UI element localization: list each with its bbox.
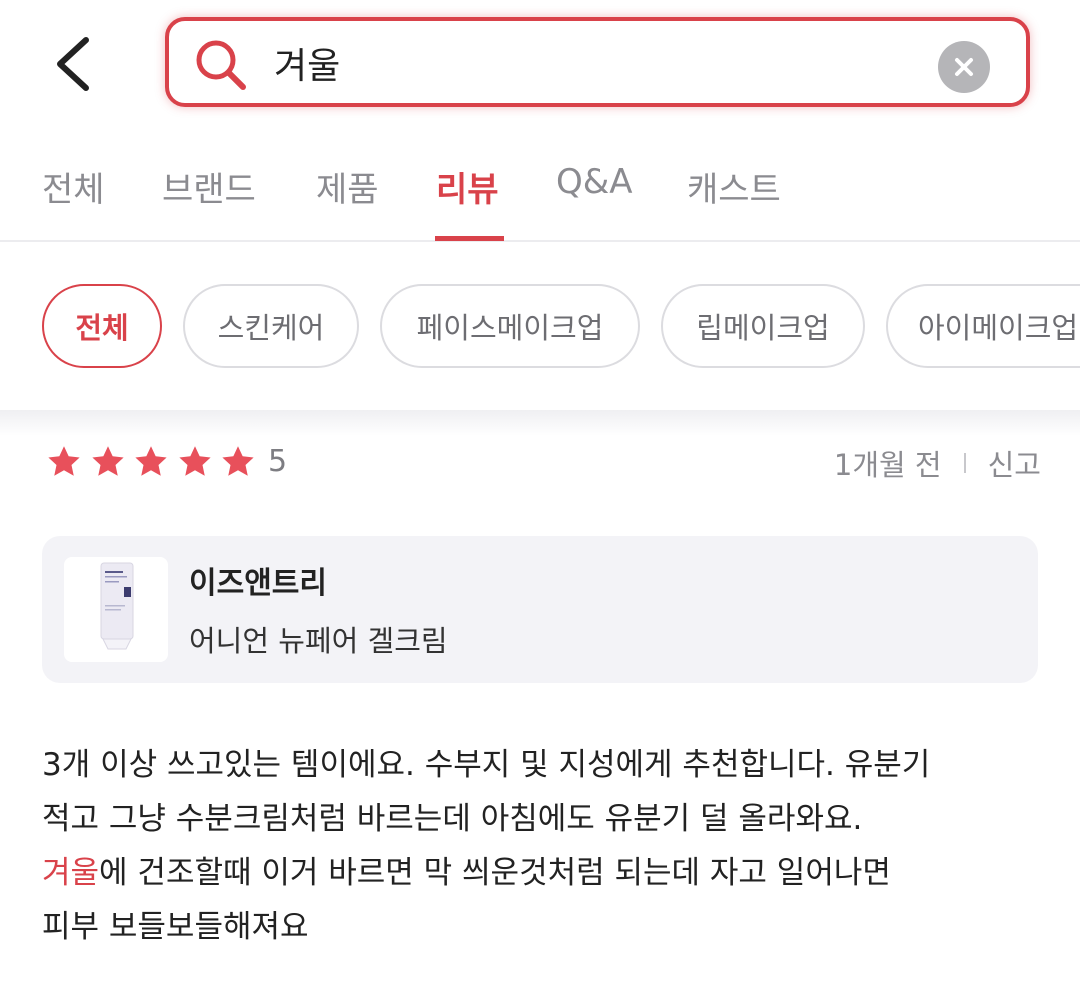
tab-qna[interactable]: Q&A	[556, 162, 633, 202]
rating-value: 5	[268, 444, 288, 479]
review-rating-row: 5 1개월 전 신고	[46, 440, 1041, 486]
clear-search-button[interactable]	[938, 41, 990, 93]
product-card[interactable]: 이즈앤트리 어니언 뉴페어 겔크림	[42, 536, 1038, 683]
report-link[interactable]: 신고	[988, 442, 1041, 484]
brand-name: 이즈앤트리	[189, 566, 327, 601]
back-button[interactable]	[50, 34, 100, 94]
result-tabs: 전체 브랜드 제품 리뷰 Q&A 캐스트	[0, 130, 1080, 242]
section-divider	[0, 410, 1080, 436]
back-arrow-icon	[57, 37, 89, 91]
meta-separator	[963, 453, 966, 473]
star-icon	[91, 446, 124, 476]
chip-face-makeup[interactable]: 페이스메이크업	[380, 284, 640, 368]
search-input[interactable]	[274, 35, 914, 91]
product-tube-image	[100, 562, 134, 650]
review-meta: 1개월 전 신고	[834, 442, 1041, 484]
active-tab-indicator	[435, 236, 504, 241]
top-bar	[0, 0, 1080, 130]
review-line: 적고 그냥 수분크림처럼 바르는데 아침에도 유분기 덜 올라와요.	[42, 801, 863, 837]
review-line: 피부 보들보들해져요	[42, 909, 309, 945]
review-line: 3개 이상 쓰고있는 템이에요. 수부지 및 지성에게 추천합니다. 유분기	[42, 747, 931, 783]
tab-brand[interactable]: 브랜드	[162, 162, 256, 211]
review-line-text: 에 건조할때 이거 바르면 막 씌운것처럼 되는데 자고 일어나면	[99, 855, 891, 891]
tab-review[interactable]: 리뷰	[436, 162, 499, 211]
review-time: 1개월 전	[833, 448, 942, 482]
product-thumbnail	[64, 557, 168, 662]
chip-skincare[interactable]: 스킨케어	[183, 284, 359, 368]
search-highlight: 겨울	[42, 855, 100, 891]
product-name: 어니언 뉴페어 겔크림	[189, 624, 448, 658]
review-line: 겨울에 건조할때 이거 바르면 막 씌운것처럼 되는데 자고 일어나면	[42, 846, 1042, 900]
tab-product[interactable]: 제품	[316, 162, 379, 211]
tab-cast[interactable]: 캐스트	[687, 162, 781, 211]
chip-all[interactable]: 전체	[42, 284, 162, 368]
clear-icon	[955, 58, 973, 76]
star-icon	[222, 446, 254, 476]
tab-all[interactable]: 전체	[42, 162, 105, 211]
star-icon	[135, 446, 167, 476]
search-box[interactable]	[165, 17, 1030, 107]
search-icon	[196, 40, 246, 90]
star-icon	[178, 446, 211, 476]
star-rating	[46, 444, 264, 482]
chip-eye-makeup[interactable]: 아이메이크업	[886, 284, 1080, 368]
star-icon	[48, 446, 80, 476]
review-body: 3개 이상 쓰고있는 템이에요. 수부지 및 지성에게 추천합니다. 유분기 적…	[42, 738, 1042, 954]
category-chips: 전체 스킨케어 페이스메이크업 립메이크업 아이메이크업	[0, 243, 1080, 410]
chip-lip-makeup[interactable]: 립메이크업	[661, 284, 865, 368]
